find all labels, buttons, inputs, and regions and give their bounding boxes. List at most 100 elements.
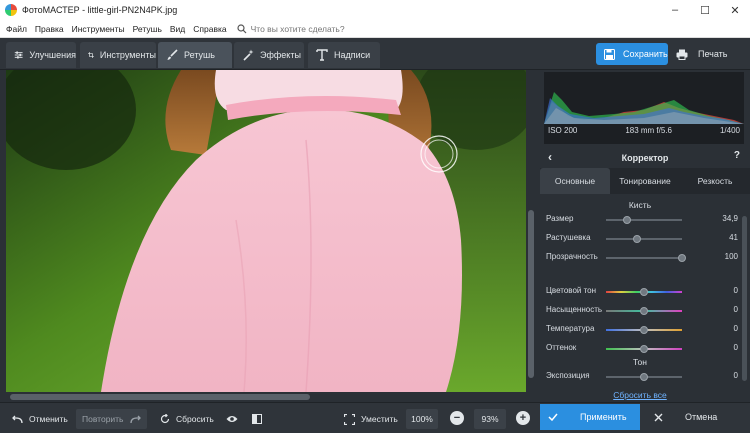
menu-edit[interactable]: Правка xyxy=(35,24,64,34)
slider-opacity[interactable]: Прозрачность 100 xyxy=(546,251,738,265)
window-controls: – ☐ ✕ xyxy=(660,0,750,20)
tab-text[interactable]: Надписи xyxy=(308,42,380,68)
tab-retouch-label: Ретушь xyxy=(184,50,215,60)
slider-feather[interactable]: Растушевка 41 xyxy=(546,232,738,246)
brush-icon xyxy=(167,49,178,60)
slider-hue-value: 0 xyxy=(733,286,738,295)
print-button[interactable]: Печать xyxy=(676,43,727,65)
slider-hue-label: Цветовой тон xyxy=(546,286,597,295)
maximize-button[interactable]: ☐ xyxy=(690,0,720,20)
tab-enhancements-label: Улучшения xyxy=(29,50,76,60)
slider-tint-track[interactable] xyxy=(606,345,682,353)
zoom-100-button[interactable]: 100% xyxy=(406,409,438,429)
zoom-level: 93% xyxy=(474,409,506,429)
reset-icon xyxy=(160,414,170,424)
back-arrow-icon[interactable]: ‹ xyxy=(548,150,552,164)
tab-effects-label: Эффекты xyxy=(260,50,301,60)
minus-icon: − xyxy=(453,411,461,424)
slider-hue[interactable]: Цветовой тон 0 xyxy=(546,285,738,299)
slider-exposure[interactable]: Экспозиция 0 xyxy=(546,370,738,384)
menu-tools[interactable]: Инструменты xyxy=(72,24,125,34)
panel-scrollbar[interactable] xyxy=(742,196,748,386)
title-bar: ФотоМАСТЕР - little-girl-PN2N4PK.jpg – ☐… xyxy=(0,0,750,20)
slider-opacity-knob[interactable] xyxy=(678,254,686,262)
brush-section-label: Кисть xyxy=(628,200,652,210)
compare-button[interactable] xyxy=(252,409,268,429)
menu-help[interactable]: Справка xyxy=(193,24,226,34)
zoom-out-button[interactable]: − xyxy=(450,411,464,425)
slider-temperature-track[interactable] xyxy=(606,326,682,334)
floppy-disk-icon xyxy=(604,48,615,60)
slider-size-value: 34,9 xyxy=(722,214,738,223)
slider-exposure-track[interactable] xyxy=(606,373,682,381)
slider-feather-knob[interactable] xyxy=(633,235,642,243)
slider-saturation-knob[interactable] xyxy=(640,307,648,315)
text-icon xyxy=(316,49,328,61)
corrector-title: Корректор xyxy=(621,153,669,163)
tab-tools[interactable]: Инструменты xyxy=(80,42,156,68)
sliders-icon xyxy=(14,51,23,59)
apply-button[interactable]: Применить xyxy=(540,404,640,430)
menu-file[interactable]: Файл xyxy=(6,24,27,34)
slider-exposure-knob[interactable] xyxy=(640,373,648,381)
exif-iso: ISO 200 xyxy=(548,126,578,135)
compare-icon xyxy=(252,414,262,424)
slider-tint[interactable]: Оттенок 0 xyxy=(546,342,738,356)
tab-text-label: Надписи xyxy=(334,50,371,60)
tab-sharpness[interactable]: Резкость xyxy=(680,168,750,194)
search-input[interactable] xyxy=(250,23,451,34)
reset-all-link[interactable]: Сбросить все xyxy=(540,390,740,400)
slider-temperature-label: Температура xyxy=(546,324,595,333)
redo-label: Повторить xyxy=(82,414,124,424)
tab-enhancements[interactable]: Улучшения xyxy=(6,42,76,68)
preview-eye-button[interactable] xyxy=(226,409,244,429)
save-button[interactable]: Сохранить xyxy=(596,43,668,65)
undo-button[interactable]: Отменить xyxy=(12,409,68,429)
canvas-vertical-scrollbar[interactable] xyxy=(526,70,536,392)
slider-size-track[interactable] xyxy=(606,216,682,224)
window-title: ФотоМАСТЕР - little-girl-PN2N4PK.jpg xyxy=(22,5,178,15)
cancel-button[interactable]: Отмена xyxy=(646,404,746,430)
slider-saturation-track[interactable] xyxy=(606,307,682,315)
slider-feather-value: 41 xyxy=(729,233,738,242)
slider-temperature[interactable]: Температура 0 xyxy=(546,323,738,337)
fit-button[interactable]: Уместить xyxy=(344,409,398,429)
slider-size[interactable]: Размер 34,9 xyxy=(546,213,738,227)
canvas-horizontal-scrollbar[interactable] xyxy=(6,392,526,402)
slider-tint-knob[interactable] xyxy=(640,345,648,353)
close-icon xyxy=(654,413,663,421)
printer-icon xyxy=(676,49,688,60)
redo-button[interactable]: Повторить xyxy=(76,409,147,429)
slider-saturation[interactable]: Насыщенность 0 xyxy=(546,304,738,318)
slider-hue-knob[interactable] xyxy=(640,288,648,296)
tab-basic[interactable]: Основные xyxy=(540,168,610,194)
tab-effects[interactable]: Эффекты xyxy=(234,42,304,68)
panel-scroll-thumb[interactable] xyxy=(742,216,747,381)
slider-saturation-label: Насыщенность xyxy=(546,305,603,314)
help-button[interactable]: ? xyxy=(734,150,740,161)
menu-view[interactable]: Вид xyxy=(170,24,185,34)
search-box xyxy=(237,23,451,34)
slider-opacity-label: Прозрачность xyxy=(546,252,598,261)
fit-screen-icon xyxy=(344,413,355,425)
tab-tools-label: Инструменты xyxy=(99,50,156,60)
minimize-button[interactable]: – xyxy=(660,0,690,20)
close-button[interactable]: ✕ xyxy=(720,0,750,20)
slider-size-knob[interactable] xyxy=(622,216,631,224)
tab-retouch[interactable]: Ретушь xyxy=(158,42,232,68)
canvas-horizontal-scroll-thumb[interactable] xyxy=(10,394,310,400)
slider-temperature-knob[interactable] xyxy=(640,326,648,334)
exif-lens: 183 mm f/5.6 xyxy=(625,126,672,135)
slider-opacity-track[interactable] xyxy=(606,254,686,262)
redo-icon xyxy=(129,415,141,423)
slider-hue-track[interactable] xyxy=(606,288,682,296)
tab-toning[interactable]: Тонирование xyxy=(610,168,680,194)
zoom-in-button[interactable]: + xyxy=(516,411,530,425)
slider-feather-track[interactable] xyxy=(606,235,682,243)
reset-button[interactable]: Сбросить xyxy=(160,409,214,429)
exif-shutter: 1/400 xyxy=(719,126,740,135)
menu-retouch[interactable]: Ретушь xyxy=(133,24,162,34)
canvas-vertical-scroll-thumb[interactable] xyxy=(528,210,534,378)
print-label: Печать xyxy=(698,49,728,59)
photo-canvas[interactable] xyxy=(6,70,526,392)
